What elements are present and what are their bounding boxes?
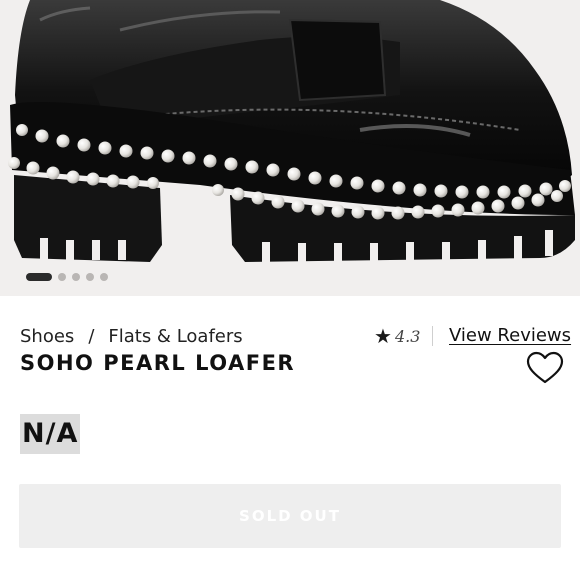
sold-out-button[interactable]: SOLD OUT <box>19 484 561 548</box>
carousel-dot-3[interactable] <box>72 273 80 281</box>
breadcrumb-separator: / <box>88 325 95 347</box>
carousel-dot-2[interactable] <box>58 273 66 281</box>
carousel-indicators <box>26 271 108 283</box>
product-rating: ★ 4.3 <box>374 324 434 348</box>
product-image-gallery[interactable] <box>0 0 580 296</box>
carousel-dot-5[interactable] <box>100 273 108 281</box>
carousel-dot-4[interactable] <box>86 273 94 281</box>
breadcrumb: Shoes / Flats & Loafers <box>20 322 243 350</box>
product-image-loafer <box>8 0 575 265</box>
product-title: SOHO PEARL LOAFER <box>20 351 296 375</box>
rating-divider <box>432 326 434 346</box>
breadcrumb-item-shoes[interactable]: Shoes <box>20 326 74 347</box>
product-price: N/A <box>20 414 81 454</box>
star-icon: ★ <box>374 324 392 348</box>
heart-outline-icon[interactable] <box>526 351 564 385</box>
rating-value: 4.3 <box>394 326 421 346</box>
breadcrumb-item-flats-loafers[interactable]: Flats & Loafers <box>108 326 242 347</box>
view-reviews-link[interactable]: View Reviews <box>449 325 571 351</box>
carousel-dot-1[interactable] <box>26 273 52 281</box>
